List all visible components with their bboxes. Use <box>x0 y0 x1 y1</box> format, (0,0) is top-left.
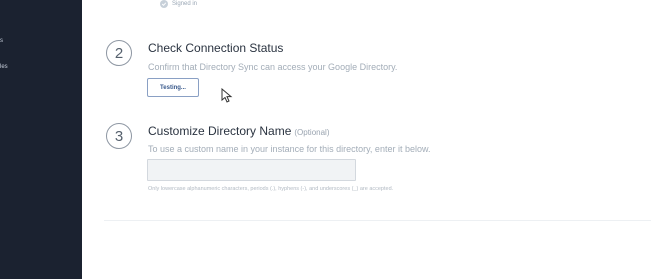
step-title-check-connection: Check Connection Status <box>148 41 284 55</box>
check-circle-icon <box>160 0 168 8</box>
step-title-customize-name: Customize Directory Name (Optional) <box>148 124 330 138</box>
step-number-2: 2 <box>106 40 132 66</box>
signed-in-label: Signed in <box>172 1 198 7</box>
sidebar-item[interactable]: s <box>0 38 3 44</box>
directory-name-input[interactable] <box>147 159 356 181</box>
section-divider <box>104 220 651 221</box>
step-description-check-connection: Confirm that Directory Sync can access y… <box>148 62 398 72</box>
sidebar: s les <box>0 0 82 279</box>
testing-button[interactable]: Testing... <box>147 78 199 97</box>
step-number-3: 3 <box>106 123 132 149</box>
app-window: s les Signed in 2 Check Connection Statu… <box>0 0 651 279</box>
main-content: Signed in 2 Check Connection Status Conf… <box>82 0 651 279</box>
step-description-customize-name: To use a custom name in your instance fo… <box>148 144 431 154</box>
sidebar-item[interactable]: les <box>0 64 8 70</box>
optional-label: (Optional) <box>294 128 330 137</box>
signed-in-status: Signed in <box>160 0 197 8</box>
mouse-pointer-icon <box>221 88 233 103</box>
step-title-text: Customize Directory Name <box>148 124 292 138</box>
input-help-text: Only lowercase alphanumeric characters, … <box>148 186 394 192</box>
